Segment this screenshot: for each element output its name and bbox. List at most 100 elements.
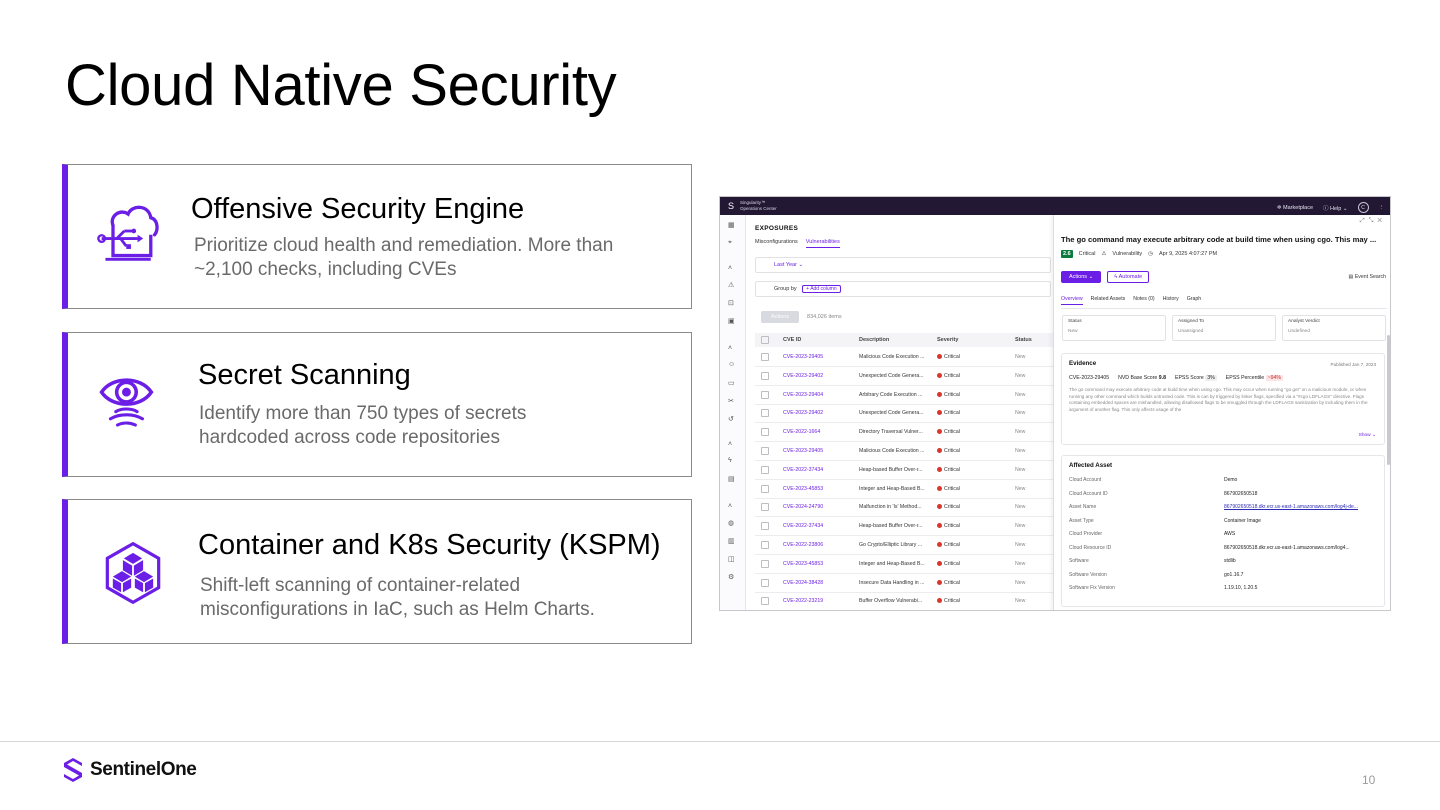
row-checkbox[interactable] (761, 371, 769, 380)
detail-actions-button[interactable]: Actions ⌄ (1061, 271, 1102, 283)
book-icon[interactable]: ▭ (728, 379, 735, 387)
report-icon[interactable]: ▣ (728, 317, 735, 325)
status-cell[interactable]: New (1015, 392, 1025, 398)
chevron-up-icon[interactable]: ˄ (728, 503, 732, 510)
chevron-up-icon[interactable]: ˄ (728, 441, 732, 448)
row-checkbox[interactable] (761, 447, 769, 455)
chevron-up-icon[interactable]: ˄ (728, 265, 732, 272)
table-row[interactable]: CVE-2022-23219 Buffer Overflow Vulnerabi.… (755, 592, 1053, 610)
tab-graph[interactable]: Graph (1187, 296, 1201, 305)
tab-vulnerabilities[interactable]: Vulnerabilities (805, 239, 840, 248)
ticket-icon[interactable]: ◫ (728, 555, 735, 563)
storage-icon[interactable]: ▥ (728, 537, 735, 545)
automate-button[interactable]: ϟ Automate (1107, 271, 1150, 283)
actions-button[interactable]: Actions (761, 311, 800, 323)
cve-id-link[interactable]: CVE-2022-37434 (783, 467, 823, 473)
row-checkbox[interactable] (761, 465, 769, 474)
add-column-button[interactable]: + Add column (802, 285, 841, 293)
table-row[interactable]: CVE-2022-37434 Heap-based Buffer Over-r..… (755, 517, 1053, 537)
row-checkbox[interactable] (761, 578, 769, 587)
table-row[interactable]: CVE-2023-29405 Malicious Code Execution .… (755, 348, 1053, 367)
assigned-to-select[interactable]: Assigned To Unassigned (1172, 315, 1276, 341)
gear-icon[interactable]: ⚙ (728, 573, 734, 581)
column-header[interactable]: Description (859, 337, 889, 343)
users-icon[interactable]: ☺ (728, 361, 735, 368)
column-header[interactable]: CVE ID (783, 337, 801, 343)
tab-notes[interactable]: Notes (0) (1133, 296, 1154, 305)
window-controls[interactable]: ⤢⤡✕ (1360, 218, 1386, 225)
bolt-icon[interactable]: ϟ (728, 457, 732, 464)
cve-id-link[interactable]: CVE-2023-45853 (783, 561, 823, 567)
target-icon[interactable]: ⌖ (728, 239, 732, 247)
row-checkbox[interactable] (761, 428, 769, 437)
cve-id-link[interactable]: CVE-2022-37434 (783, 523, 823, 529)
row-checkbox[interactable] (761, 597, 769, 606)
event-search-link[interactable]: ▤ Event Search (1349, 274, 1387, 280)
status-cell[interactable]: New (1015, 467, 1025, 473)
date-filter[interactable]: Last Year ⌄ (755, 257, 1051, 273)
table-row[interactable]: CVE-2022-23806 Go Crypto/Elliptic Library… (755, 536, 1053, 555)
cve-id-link[interactable]: CVE-2023-45853 (783, 486, 823, 492)
table-row[interactable]: CVE-2023-29405 Malicious Code Execution .… (755, 442, 1053, 461)
table-row[interactable]: CVE-2023-29402 Unexpected Code Genera... C… (755, 367, 1053, 386)
select-all-checkbox[interactable] (761, 336, 769, 344)
table-row[interactable]: CVE-2024-24790 Malfunction in 'Is' Method… (755, 498, 1053, 518)
alert-icon[interactable]: ⚠ (728, 281, 734, 289)
terminal-icon[interactable]: ▤ (728, 475, 735, 483)
status-cell[interactable]: New (1015, 373, 1025, 379)
status-cell[interactable]: New (1015, 410, 1025, 416)
lock-icon[interactable]: ⊡ (728, 299, 734, 307)
table-row[interactable]: CVE-2024-38428 Insecure Data Handling in … (755, 574, 1053, 593)
chevron-up-icon[interactable]: ˄ (728, 345, 732, 352)
status-cell[interactable]: New (1015, 561, 1025, 567)
cve-id-link[interactable]: CVE-2023-29405 (783, 448, 823, 454)
row-checkbox[interactable] (761, 409, 769, 418)
cve-id-link[interactable]: CVE-2023-29405 (783, 354, 823, 360)
table-row[interactable]: CVE-2023-29404 Arbitrary Code Execution .… (755, 386, 1053, 405)
status-cell[interactable]: New (1015, 542, 1025, 548)
marketplace-link[interactable]: ✲ Marketplace (1277, 205, 1313, 211)
status-cell[interactable]: New (1015, 504, 1025, 510)
column-header[interactable]: Severity (937, 337, 958, 343)
tab-history[interactable]: History (1163, 296, 1179, 305)
table-row[interactable]: CVE-2023-29402 Unexpected Code Genera... C… (755, 404, 1053, 424)
table-row[interactable]: CVE-2023-45853 Integer and Heap-Based B..… (755, 480, 1053, 499)
detail-scrollbar[interactable] (1387, 335, 1390, 465)
cve-id-link[interactable]: CVE-2023-29402 (783, 373, 823, 379)
tab-misconfigurations[interactable]: Misconfigurations (755, 239, 798, 248)
cve-id-link[interactable]: CVE-2024-38428 (783, 580, 823, 586)
status-cell[interactable]: New (1015, 523, 1025, 529)
row-checkbox[interactable] (761, 390, 769, 399)
avatar[interactable]: C (1357, 202, 1369, 213)
show-more-link[interactable]: Show ⌄ (1359, 433, 1376, 438)
column-header[interactable]: Status (1015, 337, 1032, 343)
cve-id-link[interactable]: CVE-2023-29402 (783, 410, 823, 416)
row-checkbox[interactable] (761, 503, 769, 512)
status-cell[interactable]: New (1015, 486, 1025, 492)
globe-icon[interactable]: ◍ (728, 519, 734, 527)
status-cell[interactable]: New (1015, 580, 1025, 586)
table-row[interactable]: CVE-2022-37434 Heap-based Buffer Over-r..… (755, 461, 1053, 480)
row-checkbox[interactable] (761, 541, 769, 549)
asset-value[interactable]: 867902650518.dkr.ecr.us-east-1.amazonaws… (1224, 504, 1358, 510)
status-cell[interactable]: New (1015, 354, 1025, 360)
apps-grid-icon[interactable]: ⋮ (1379, 205, 1385, 211)
cve-id-link[interactable]: CVE-2022-23219 (783, 598, 823, 604)
cve-id-link[interactable]: CVE-2022-23806 (783, 542, 823, 548)
status-select[interactable]: Status New (1062, 315, 1166, 341)
dashboard-icon[interactable]: ▦ (728, 221, 735, 229)
tab-overview[interactable]: Overview (1061, 296, 1083, 305)
row-checkbox[interactable] (761, 559, 769, 568)
history-icon[interactable]: ↺ (728, 415, 734, 423)
analyst-verdict-select[interactable]: Analyst Verdict Undefined (1282, 315, 1386, 341)
table-row[interactable]: CVE-2022-1664 Directory Traversal Vulner.… (755, 423, 1053, 443)
row-checkbox[interactable] (761, 353, 769, 361)
row-checkbox[interactable] (761, 484, 769, 493)
status-cell[interactable]: New (1015, 598, 1025, 604)
table-row[interactable]: CVE-2023-45853 Integer and Heap-Based B..… (755, 555, 1053, 574)
tab-related-assets[interactable]: Related Assets (1091, 296, 1126, 305)
cve-id-link[interactable]: CVE-2024-24790 (783, 504, 823, 510)
row-checkbox[interactable] (761, 522, 769, 531)
cve-id-link[interactable]: CVE-2022-1664 (783, 429, 820, 435)
tools-icon[interactable]: ✂ (728, 397, 734, 405)
